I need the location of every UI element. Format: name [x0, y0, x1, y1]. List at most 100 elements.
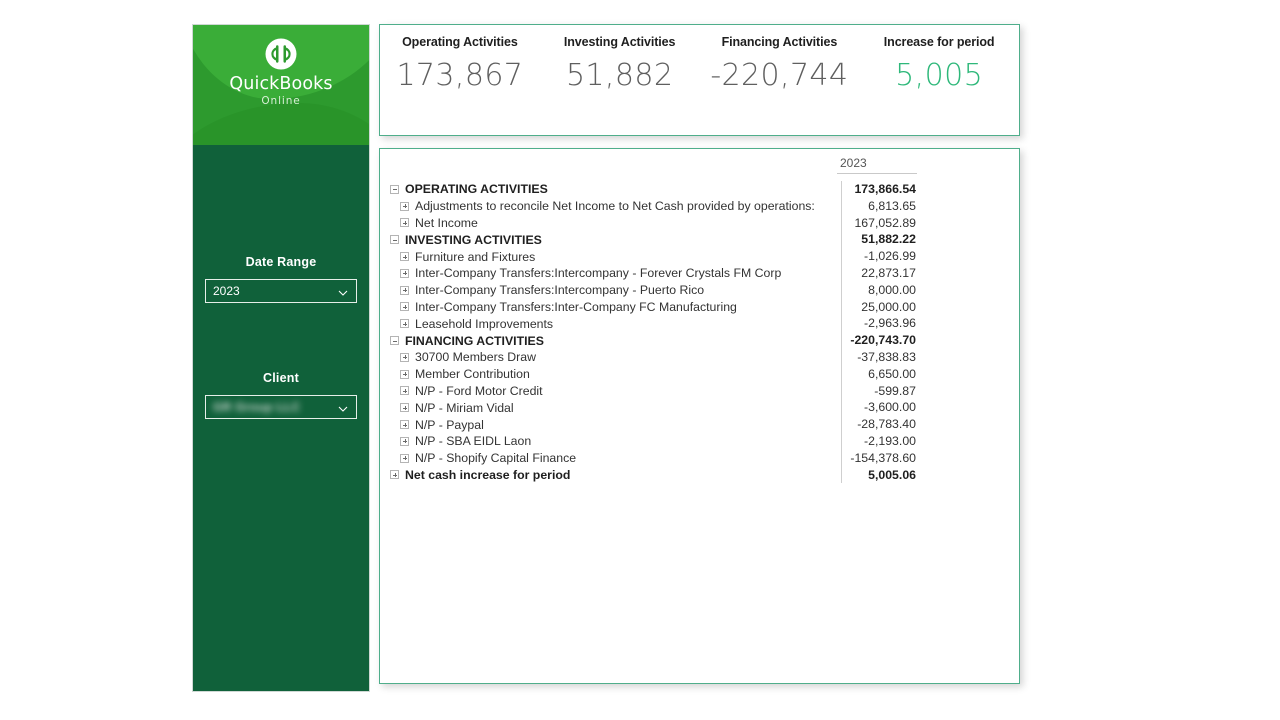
kpi-metric: Increase for period 5,005: [859, 35, 1019, 135]
row-label: Inter-Company Transfers:Intercompany - P…: [415, 283, 704, 297]
row-value: -220,743.70: [841, 332, 917, 349]
client-select[interactable]: GR Group LLC: [205, 395, 357, 419]
table-row[interactable]: N/P - SBA EIDL Laon -2,193.00: [386, 433, 1013, 450]
expand-icon[interactable]: [400, 454, 409, 463]
table-row[interactable]: 30700 Members Draw -37,838.83: [386, 349, 1013, 366]
table-row[interactable]: FINANCING ACTIVITIES -220,743.70: [386, 332, 1013, 349]
table-row[interactable]: N/P - Shopify Capital Finance -154,378.60: [386, 450, 1013, 467]
client-label: Client: [193, 371, 369, 385]
row-value: 173,866.54: [841, 181, 917, 198]
chevron-down-icon: [338, 288, 347, 297]
expand-icon[interactable]: [400, 353, 409, 362]
row-label: N/P - Paypal: [415, 418, 484, 432]
row-label: Member Contribution: [415, 367, 530, 381]
kpi-metric: Financing Activities -220,744: [700, 35, 860, 135]
table-row[interactable]: Furniture and Fixtures -1,026.99: [386, 248, 1013, 265]
row-label: Inter-Company Transfers:Inter-Company FC…: [415, 300, 737, 314]
expand-icon[interactable]: [400, 302, 409, 311]
row-label: Inter-Company Transfers:Intercompany - F…: [415, 266, 781, 280]
row-label: N/P - SBA EIDL Laon: [415, 434, 531, 448]
row-label: 30700 Members Draw: [415, 350, 536, 364]
quickbooks-logo-icon: [264, 37, 298, 71]
cash-flow-report-panel: 2023 OPERATING ACTIVITIES173,866.54Adjus…: [379, 148, 1020, 684]
row-value: 25,000.00: [841, 299, 917, 316]
collapse-icon[interactable]: [390, 235, 399, 244]
kpi-label: Increase for period: [859, 35, 1019, 49]
kpi-label: Financing Activities: [700, 35, 860, 49]
row-value: -599.87: [841, 383, 917, 400]
expand-icon[interactable]: [400, 403, 409, 412]
report-column-header: 2023: [386, 156, 1013, 178]
row-value: 22,873.17: [841, 265, 917, 282]
row-value: 6,650.00: [841, 366, 917, 383]
row-value: -154,378.60: [841, 450, 917, 467]
table-row[interactable]: Net Income 167,052.89: [386, 215, 1013, 232]
date-range-label: Date Range: [193, 255, 369, 269]
expand-icon[interactable]: [400, 437, 409, 446]
client-value: GR Group LLC: [206, 400, 301, 414]
row-label: INVESTING ACTIVITIES: [405, 233, 542, 247]
row-value: 5,005.06: [841, 467, 917, 484]
row-value: -28,783.40: [841, 416, 917, 433]
row-label: N/P - Shopify Capital Finance: [415, 451, 576, 465]
expand-icon[interactable]: [400, 269, 409, 278]
expand-icon[interactable]: [400, 286, 409, 295]
chevron-down-icon: [338, 404, 347, 413]
kpi-metric: Investing Activities 51,882: [540, 35, 700, 135]
row-label: Leasehold Improvements: [415, 317, 553, 331]
row-label: N/P - Miriam Vidal: [415, 401, 514, 415]
row-label: N/P - Ford Motor Credit: [415, 384, 543, 398]
kpi-value: 51,882: [540, 58, 700, 93]
date-range-value: 2023: [206, 284, 240, 298]
expand-icon[interactable]: [400, 370, 409, 379]
kpi-value: -220,744: [700, 58, 860, 93]
expand-icon[interactable]: [400, 202, 409, 211]
kpi-value: 5,005: [859, 58, 1019, 93]
kpi-label: Investing Activities: [540, 35, 700, 49]
table-row[interactable]: Inter-Company Transfers:Intercompany - F…: [386, 265, 1013, 282]
row-value: -2,193.00: [841, 433, 917, 450]
row-label: Furniture and Fixtures: [415, 250, 535, 264]
row-value: -37,838.83: [841, 349, 917, 366]
kpi-label: Operating Activities: [380, 35, 540, 49]
expand-icon[interactable]: [400, 420, 409, 429]
report-rows: OPERATING ACTIVITIES173,866.54Adjustment…: [386, 181, 1013, 483]
row-value: 167,052.89: [841, 215, 917, 232]
table-row[interactable]: Adjustments to reconcile Net Income to N…: [386, 198, 1013, 215]
collapse-icon[interactable]: [390, 336, 399, 345]
dashboard-root: QuickBooks Online Date Range 2023 Client…: [0, 0, 1280, 720]
expand-icon[interactable]: [400, 252, 409, 261]
date-range-select[interactable]: 2023: [205, 279, 357, 303]
row-value: -1,026.99: [841, 248, 917, 265]
table-row[interactable]: N/P - Miriam Vidal -3,600.00: [386, 399, 1013, 416]
expand-icon[interactable]: [400, 319, 409, 328]
column-header-year: 2023: [837, 156, 917, 174]
expand-icon[interactable]: [400, 386, 409, 395]
kpi-metric: Operating Activities 173,867: [380, 35, 540, 135]
table-row[interactable]: INVESTING ACTIVITIES 51,882.22: [386, 231, 1013, 248]
collapse-icon[interactable]: [390, 185, 399, 194]
brand-name: QuickBooks: [193, 74, 369, 94]
row-label: FINANCING ACTIVITIES: [405, 334, 544, 348]
table-row[interactable]: Inter-Company Transfers:Intercompany - P…: [386, 282, 1013, 299]
expand-icon[interactable]: [400, 218, 409, 227]
kpi-value: 173,867: [380, 58, 540, 93]
expand-icon[interactable]: [390, 470, 399, 479]
table-row[interactable]: Member Contribution 6,650.00: [386, 366, 1013, 383]
table-row[interactable]: Net cash increase for period 5,005.06: [386, 467, 1013, 484]
brand-subtitle: Online: [193, 95, 369, 107]
table-row[interactable]: Leasehold Improvements -2,963.96: [386, 315, 1013, 332]
row-label: Net Income: [415, 216, 478, 230]
row-value: 6,813.65: [841, 198, 917, 215]
table-row[interactable]: N/P - Paypal -28,783.40: [386, 416, 1013, 433]
table-row[interactable]: OPERATING ACTIVITIES173,866.54: [386, 181, 1013, 198]
row-value: -2,963.96: [841, 315, 917, 332]
table-row[interactable]: N/P - Ford Motor Credit -599.87: [386, 383, 1013, 400]
row-label: Net cash increase for period: [405, 468, 570, 482]
table-row[interactable]: Inter-Company Transfers:Inter-Company FC…: [386, 299, 1013, 316]
brand-header: QuickBooks Online: [193, 25, 369, 145]
sidebar: QuickBooks Online Date Range 2023 Client…: [192, 24, 370, 692]
row-value: -3,600.00: [841, 399, 917, 416]
brand-wave-decoration-secondary: [193, 103, 369, 145]
row-value: 51,882.22: [841, 231, 917, 248]
